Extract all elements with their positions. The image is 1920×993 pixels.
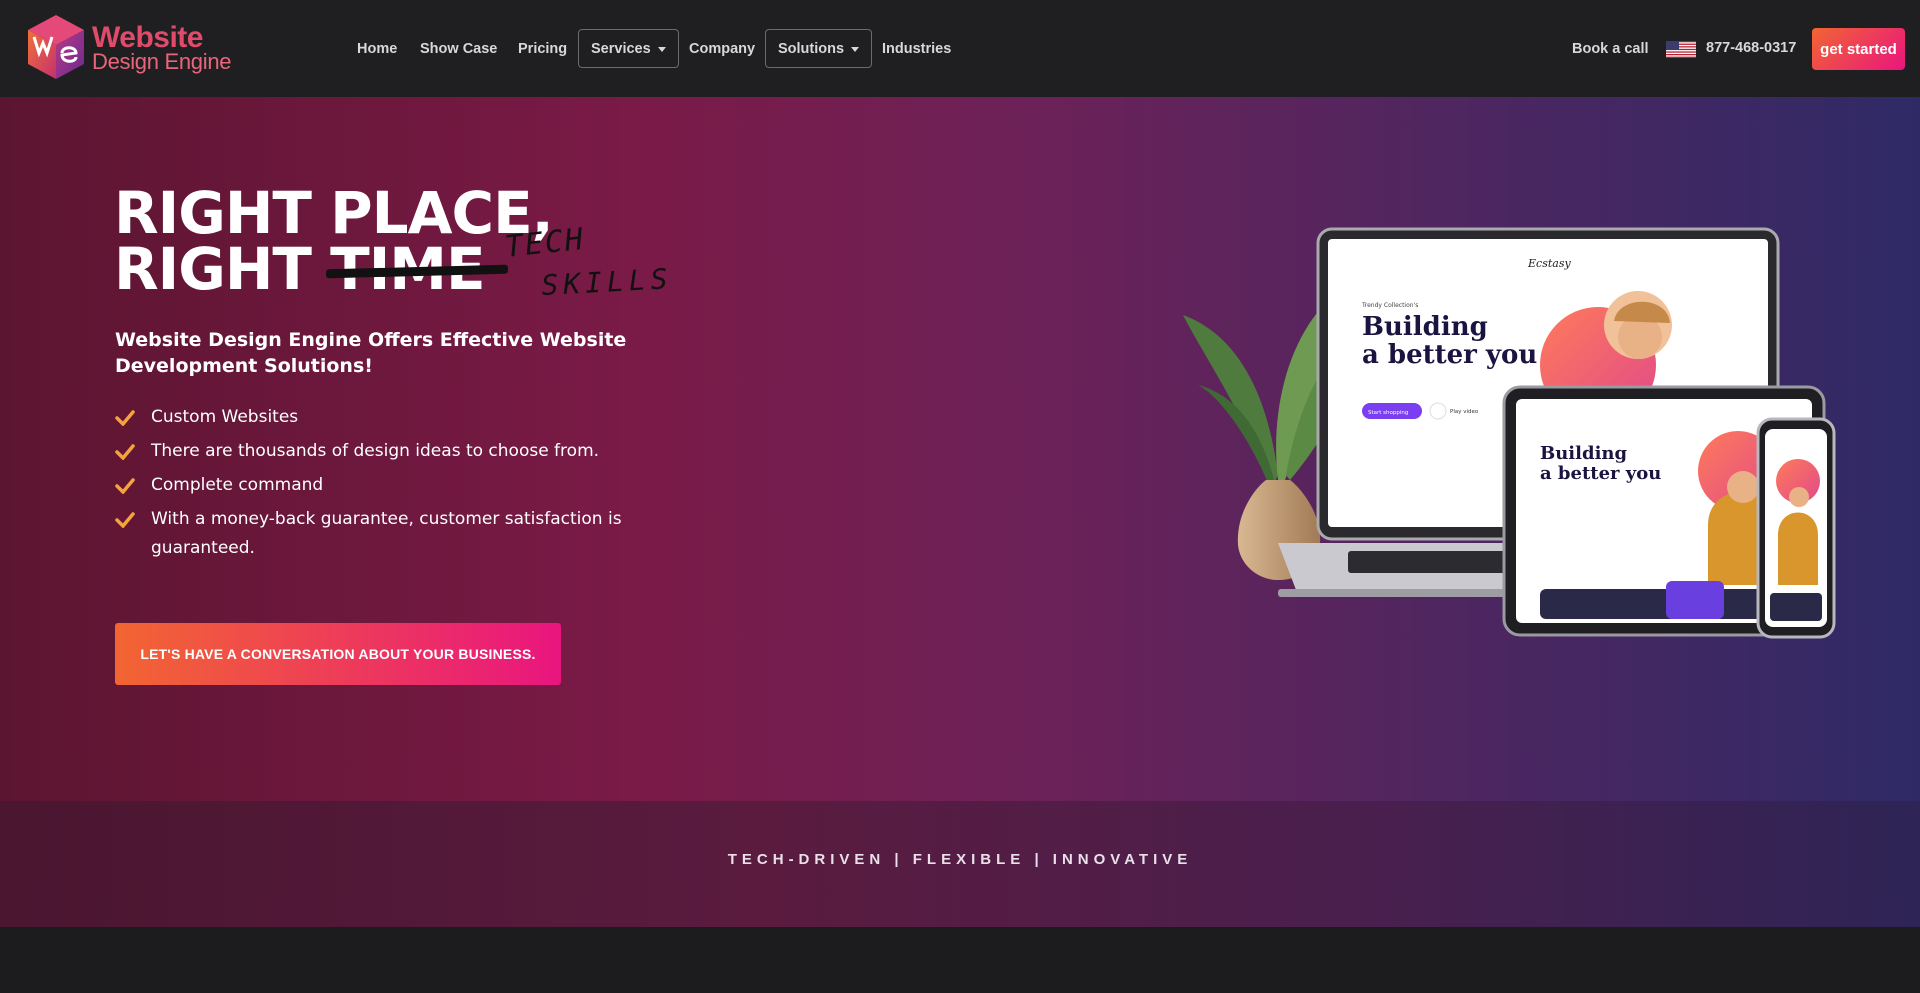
hero-title-right: RIGHT	[114, 235, 331, 303]
feature-item: Custom Websites	[115, 403, 655, 432]
hero-title-line2: RIGHT TIME	[114, 240, 553, 298]
caret-down-icon	[657, 46, 666, 52]
book-call-link[interactable]: Book a call	[1572, 40, 1649, 58]
nav-services-dropdown[interactable]: Services	[578, 29, 679, 68]
hero-title-line1: RIGHT PLACE,	[114, 179, 554, 247]
hero-section: RIGHT PLACE, RIGHT TIME TECH SKILLS Webs…	[0, 97, 1920, 801]
hero-title: RIGHT PLACE, RIGHT TIME	[114, 179, 554, 298]
nav-show-case[interactable]: Show Case	[420, 40, 497, 58]
checkmark-icon	[115, 444, 135, 460]
nav-solutions-label: Solutions	[778, 40, 845, 57]
feature-text: Complete command	[151, 475, 324, 495]
mockup-brand: Ecstasy	[1527, 257, 1571, 270]
mockup-collection: Trendy Collection's	[1361, 302, 1418, 309]
feature-list: Custom Websites There are thousands of d…	[115, 403, 655, 568]
mockup-headline-1: Building	[1362, 312, 1488, 342]
nav-company[interactable]: Company	[689, 40, 755, 58]
us-flag-icon	[1666, 41, 1696, 58]
get-started-button[interactable]: get started	[1812, 28, 1905, 70]
conversation-cta-button[interactable]: LET'S HAVE A CONVERSATION ABOUT YOUR BUS…	[115, 623, 561, 685]
tablet-headline-1: Building	[1540, 443, 1627, 464]
logo-text-line2: Design Engine	[92, 49, 232, 74]
mockup-headline-2: a better you	[1362, 340, 1537, 370]
handwritten-word-2: SKILLS	[541, 262, 674, 302]
phone-number-link[interactable]: 877-468-0317	[1706, 40, 1796, 56]
caret-down-icon	[851, 46, 860, 52]
handwritten-word-1: TECH	[503, 225, 586, 265]
feature-text: With a money-back guarantee, customer sa…	[151, 509, 622, 558]
feature-text: Custom Websites	[151, 407, 299, 427]
nav-home[interactable]: Home	[357, 40, 397, 58]
tablet-headline-2: a better you	[1540, 463, 1661, 484]
device-mockup-illustration: Ecstasy Trendy Collection's Building a b…	[1183, 227, 1836, 639]
feature-item: There are thousands of design ideas to c…	[115, 437, 655, 466]
phone-mockup	[1756, 417, 1836, 639]
feature-text: There are thousands of design ideas to c…	[151, 441, 600, 461]
handwritten-annotation: TECH SKILLS	[503, 225, 674, 302]
top-navbar: Website Design Engine Home Show Case Pri…	[0, 0, 1920, 97]
nav-solutions-dropdown[interactable]: Solutions	[765, 29, 873, 68]
checkmark-icon	[115, 478, 135, 494]
nav-pricing[interactable]: Pricing	[518, 40, 567, 58]
tagline-band: TECH-DRIVEN | FLEXIBLE | INNOVATIVE	[0, 801, 1920, 927]
hero-subtitle: Website Design Engine Offers Effective W…	[115, 329, 627, 377]
mockup-play-video: Play video	[1450, 409, 1479, 415]
nav-services-label: Services	[591, 40, 651, 57]
site-logo[interactable]: Website Design Engine	[26, 13, 241, 81]
nav-industries[interactable]: Industries	[882, 40, 951, 58]
tagline-text: TECH-DRIVEN | FLEXIBLE | INNOVATIVE	[727, 851, 1193, 868]
feature-item: Complete command	[115, 471, 655, 500]
logo-cube-icon	[28, 15, 84, 79]
mockup-shop-button: Start shopping	[1368, 410, 1408, 416]
struck-word: TIME	[326, 240, 509, 298]
next-section-dark	[0, 927, 1920, 993]
feature-item: With a money-back guarantee, customer sa…	[115, 505, 655, 563]
checkmark-icon	[115, 512, 135, 528]
checkmark-icon	[115, 410, 135, 426]
